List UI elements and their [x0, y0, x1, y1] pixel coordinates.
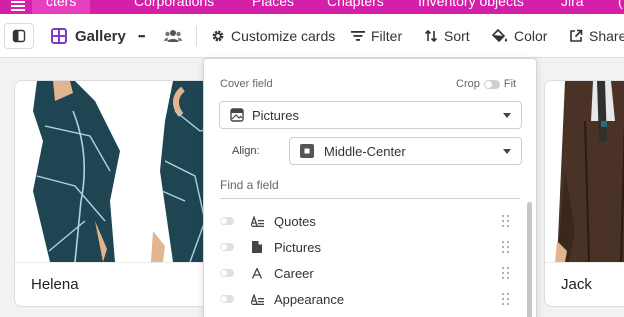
- table-tab-bar: cters Corporations Places Chapters Inven…: [0, 0, 624, 14]
- sidebar-icon: [12, 29, 26, 43]
- tab-places[interactable]: Places: [238, 0, 308, 14]
- find-field-input[interactable]: [220, 171, 520, 199]
- customize-cards-popover: Cover field Crop Fit Pictures Align: Mid…: [203, 58, 537, 317]
- collaborators-button[interactable]: [164, 14, 182, 58]
- card-cover-image: [15, 81, 223, 262]
- field-visibility-toggle[interactable]: [220, 295, 234, 303]
- card-title: Jack: [561, 276, 592, 293]
- filter-icon: [351, 31, 365, 41]
- align-center-icon: [300, 144, 314, 158]
- tab-more[interactable]: (: [604, 0, 624, 14]
- tab-corporations[interactable]: Corporations: [120, 0, 228, 14]
- tab-inventory-objects[interactable]: Inventory objects: [404, 0, 538, 14]
- field-list-scrollbar[interactable]: [527, 202, 532, 317]
- view-switcher-button[interactable]: Gallery: [51, 14, 126, 58]
- single-line-text-icon: [250, 267, 264, 279]
- card-title: Helena: [31, 276, 79, 293]
- people-icon: [164, 30, 182, 42]
- menu-icon[interactable]: [11, 1, 25, 13]
- align-value: Middle-Center: [324, 143, 406, 159]
- chevron-down-icon: [503, 149, 511, 154]
- crop-fit-toggle[interactable]: Crop Fit: [456, 77, 516, 91]
- view-name: Gallery: [75, 27, 126, 45]
- field-visibility-toggle[interactable]: [220, 269, 234, 277]
- drag-handle-icon[interactable]: [502, 267, 510, 279]
- field-visibility-toggle[interactable]: [220, 217, 234, 225]
- field-name: Career: [274, 265, 314, 281]
- drag-handle-icon[interactable]: [502, 293, 510, 305]
- field-visibility-toggle[interactable]: [220, 243, 234, 251]
- align-label: Align:: [232, 145, 260, 157]
- paint-bucket-icon: [492, 29, 508, 43]
- gear-icon: [212, 30, 224, 42]
- customize-cards-label: Customize cards: [231, 28, 336, 44]
- fit-label: Fit: [503, 78, 517, 90]
- attachment-icon: [230, 108, 244, 122]
- sort-icon: [424, 29, 438, 43]
- customize-cards-button[interactable]: Customize cards: [211, 14, 335, 58]
- cover-field-value: Pictures: [252, 107, 299, 123]
- field-row-quotes[interactable]: Quotes: [220, 208, 510, 234]
- cover-field-select[interactable]: Pictures: [219, 101, 522, 129]
- field-row-appearance[interactable]: Appearance: [220, 286, 510, 312]
- view-toolbar: Gallery ••• Customize cards Filter Sort …: [0, 14, 624, 58]
- tab-characters[interactable]: cters: [32, 0, 91, 14]
- gallery-icon: [51, 28, 67, 44]
- gallery-card-helena[interactable]: Helena: [14, 80, 224, 307]
- field-row-career[interactable]: Career: [220, 260, 510, 286]
- long-text-icon: [250, 215, 264, 227]
- filter-button[interactable]: Filter: [351, 14, 402, 58]
- crop-label: Crop: [456, 78, 480, 90]
- align-select[interactable]: Middle-Center: [289, 137, 522, 165]
- card-cover-image: [545, 81, 624, 262]
- crop-fit-switch[interactable]: [483, 79, 500, 89]
- sort-button[interactable]: Sort: [424, 14, 470, 58]
- cover-field-label: Cover field: [220, 78, 273, 90]
- filter-label: Filter: [371, 28, 403, 44]
- field-name: Quotes: [274, 213, 316, 229]
- color-label: Color: [514, 28, 548, 44]
- attachment-icon: [250, 241, 264, 253]
- sort-label: Sort: [444, 28, 470, 44]
- drag-handle-icon[interactable]: [502, 215, 510, 227]
- field-name: Appearance: [274, 291, 345, 307]
- share-label: Share: [589, 28, 624, 44]
- share-button[interactable]: Share: [569, 14, 624, 58]
- sidebar-toggle-button[interactable]: [4, 23, 34, 49]
- field-row-pictures[interactable]: Pictures: [220, 234, 510, 260]
- share-icon: [570, 29, 583, 42]
- chevron-down-icon: [503, 113, 511, 118]
- drag-handle-icon[interactable]: [502, 241, 510, 253]
- gallery-card-jack[interactable]: Jack: [544, 80, 624, 307]
- more-options-icon[interactable]: •••: [138, 14, 146, 58]
- long-text-icon: [250, 293, 264, 305]
- tab-chapters[interactable]: Chapters: [313, 0, 398, 14]
- field-name: Pictures: [274, 239, 321, 255]
- tab-jira[interactable]: Jira: [547, 0, 598, 14]
- color-button[interactable]: Color: [492, 14, 547, 58]
